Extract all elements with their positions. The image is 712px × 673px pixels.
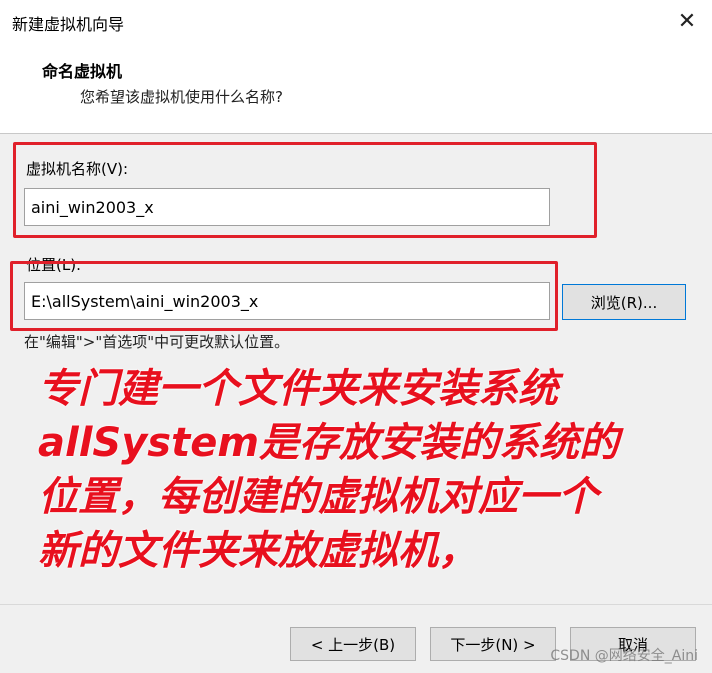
vm-name-input[interactable]: aini_win2003_x [24, 188, 550, 226]
location-label: 位置(L): [26, 256, 82, 274]
back-button[interactable]: < 上一步(B) [290, 627, 416, 661]
location-input[interactable]: E:\allSystem\aini_win2003_x [24, 282, 550, 320]
next-button[interactable]: 下一步(N) > [430, 627, 556, 661]
title-bar: 新建虚拟机向导 ✕ [0, 0, 712, 44]
wizard-footer: < 上一步(B) 下一步(N) > 取消 CSDN @网络安全_Aini [0, 604, 712, 673]
page-title: 命名虚拟机 [42, 62, 123, 81]
csdn-watermark: CSDN @网络安全_Aini [550, 648, 698, 664]
annotation-text: 专门建一个文件夹来安装系统 allSystem是存放安装的系统的 位置，每创建的… [38, 362, 712, 578]
wizard-header: 命名虚拟机 您希望该虚拟机使用什么名称? [0, 44, 712, 134]
annotation-line: 新的文件夹来放虚拟机， [38, 528, 478, 574]
window-title: 新建虚拟机向导 [12, 15, 125, 34]
close-icon[interactable]: ✕ [676, 9, 698, 34]
vm-name-label: 虚拟机名称(V): [26, 160, 129, 178]
annotation-line: 专门建一个文件夹来安装系统 [38, 366, 558, 412]
browse-button[interactable]: 浏览(R)... [562, 284, 686, 320]
default-location-note: 在"编辑">"首选项"中可更改默认位置。 [24, 333, 290, 351]
page-subtitle: 您希望该虚拟机使用什么名称? [80, 88, 283, 106]
annotation-line: 位置，每创建的虚拟机对应一个 [38, 474, 598, 520]
annotation-line: allSystem是存放安装的系统的 [38, 420, 620, 466]
